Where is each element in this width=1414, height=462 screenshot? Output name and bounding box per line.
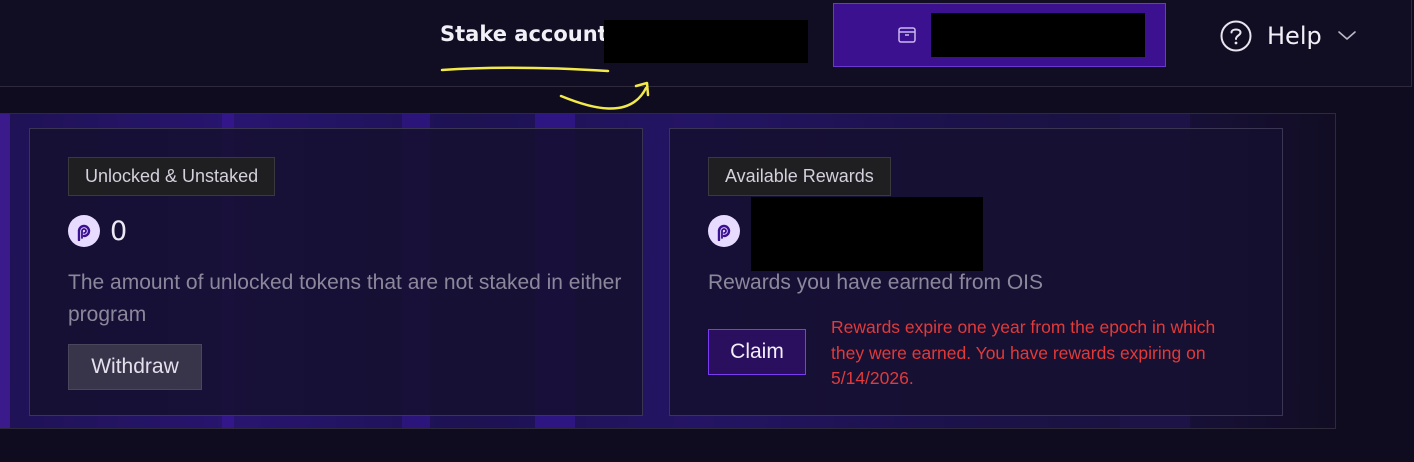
help-label: Help [1267,22,1322,50]
token-amount [708,215,740,247]
background-stripe [0,114,10,428]
pyth-token-icon [708,215,740,247]
chevron-down-icon [1337,31,1356,40]
reward-amount-redacted [751,197,983,271]
card-description: The amount of unlocked tokens that are n… [68,271,622,326]
available-rewards-card: Available Rewards Rewards you have earne… [669,128,1283,416]
rewards-expiry-warning: Rewards expire one year from the epoch i… [831,317,1216,388]
card-description: Rewards you have earned from OIS [708,271,1043,294]
help-menu[interactable]: Help [1220,19,1356,53]
wallet-icon [898,27,916,43]
staking-panel: Unlocked & Unstaked 0 The amount of unlo… [0,113,1336,429]
unlocked-amount: 0 [110,215,128,247]
card-badge: Unlocked & Unstaked [68,157,276,196]
top-bar: Stake account: Help [0,0,1412,110]
claim-button[interactable]: Claim [708,329,806,375]
withdraw-button[interactable]: Withdraw [68,344,202,390]
unlocked-unstaked-card: Unlocked & Unstaked 0 The amount of unlo… [29,128,643,416]
stake-account-value-redacted[interactable] [604,20,808,63]
wallet-address-redacted [931,13,1145,57]
question-circle-icon [1220,20,1252,52]
token-amount: 0 [68,215,127,247]
card-badge: Available Rewards [708,157,891,196]
wallet-button[interactable] [833,3,1166,67]
annotation-arrow [440,66,650,110]
pyth-token-icon [68,215,100,247]
stake-account-label: Stake account: [440,22,617,46]
